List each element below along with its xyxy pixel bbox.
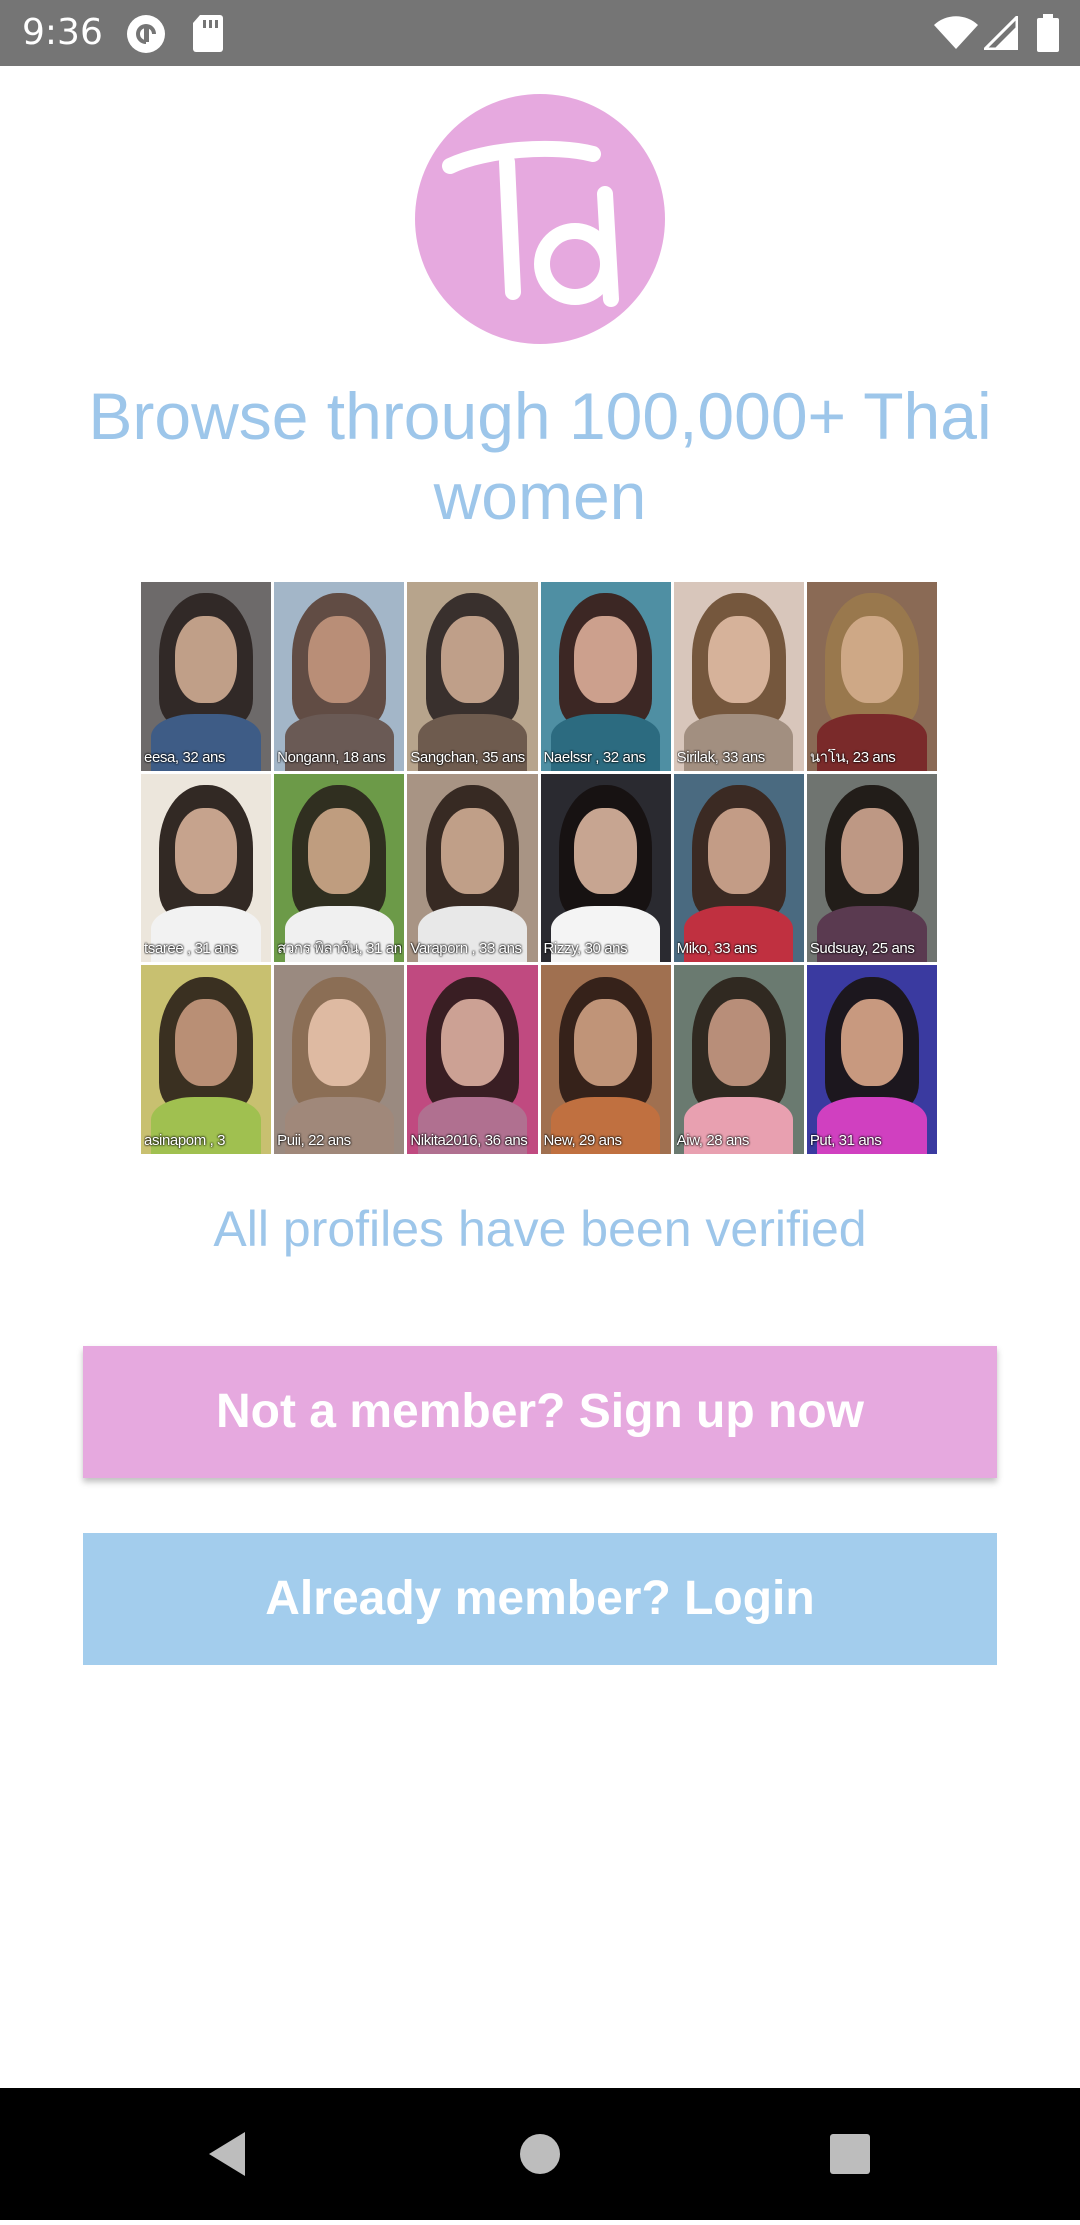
signup-button[interactable]: Not a member? Sign up now: [83, 1346, 997, 1478]
home-button[interactable]: [480, 2088, 600, 2220]
recents-button[interactable]: [790, 2088, 910, 2220]
photo-face: [574, 999, 637, 1087]
photo-face: [840, 999, 904, 1087]
profile-caption: นาโน, 23 ans: [809, 748, 896, 766]
sd-card-icon: [192, 14, 224, 57]
profile-thumbnail: นาโน, 23 ans: [806, 582, 937, 771]
profile-thumbnail: Miko, 33 ans: [673, 773, 804, 963]
td-logo-mark: [442, 140, 619, 307]
profile-caption: Puii, 22 ans: [277, 1132, 351, 1149]
profile-caption: Nikita2016, 36 ans: [410, 1132, 528, 1149]
profile-thumbnail: Naelssr , 32 ans: [540, 582, 671, 771]
photo-face: [707, 999, 770, 1087]
photo-face: [707, 807, 770, 895]
status-bar: 9:36: [0, 0, 1080, 66]
profile-thumbnail: Sirilak, 33 ans: [673, 582, 804, 771]
profile-caption: Sudsuay, 25 ans: [809, 940, 915, 958]
photo-face: [441, 807, 504, 895]
profile-caption: eesa, 32 ans: [144, 748, 226, 766]
photo-face: [840, 807, 904, 895]
profile-thumbnail: Rizzy, 30 ans: [540, 773, 671, 963]
profile-thumbnail: Puii, 22 ans: [274, 965, 405, 1154]
headline: Browse through 100,000+ Thai women: [88, 379, 992, 533]
profile-caption: New, 29 ans: [543, 1132, 623, 1149]
profile-thumbnail: Aiw, 28 ans: [673, 965, 804, 1154]
photo-face: [441, 615, 504, 703]
profile-caption: สวกร พิลาจัน, 31 ans: [277, 940, 403, 958]
photo-face: [441, 999, 504, 1087]
profile-caption: Varaporn , 33 ans: [410, 940, 522, 958]
profile-caption: Naelssr , 32 ans: [543, 748, 646, 766]
signal-icon: [981, 13, 1019, 55]
profile-thumbnail: Sangchan, 35 ans: [407, 582, 538, 771]
photo-face: [174, 999, 238, 1087]
recents-icon: [830, 2134, 870, 2174]
navigation-bar: [0, 2088, 1080, 2220]
photo-face: [840, 615, 904, 703]
verified-text: All profiles have been verified: [213, 1201, 867, 1257]
profile-caption: Nongann, 18 ans: [277, 748, 386, 766]
battery-icon: [1036, 14, 1060, 57]
login-button[interactable]: Already member? Login: [83, 1533, 997, 1665]
back-icon: [209, 2132, 245, 2176]
profile-caption: Rizzy, 30 ans: [543, 940, 628, 958]
profile-thumbnail: Nikita2016, 36 ans: [407, 965, 538, 1154]
status-time: 9:36: [22, 12, 103, 53]
app-logo: [415, 94, 665, 344]
home-icon: [520, 2134, 560, 2174]
profile-thumbnail: New, 29 ans: [540, 965, 671, 1154]
photo-face: [574, 807, 637, 895]
back-button[interactable]: [165, 2088, 285, 2220]
pocket-casts-icon: [126, 14, 166, 59]
profile-thumbnail: tsaree , 31 ans: [141, 773, 272, 963]
profile-caption: asinapom , 3: [144, 1132, 226, 1149]
profile-caption: tsaree , 31 ans: [144, 940, 238, 958]
photo-face: [308, 999, 371, 1087]
profile-caption: Miko, 33 ans: [676, 940, 758, 958]
photo-face: [707, 615, 770, 703]
profile-photo-grid: eesa, 32 ans Nongann, 18 ans Sangchan, 35 …: [141, 582, 937, 1154]
profile-caption: Put, 31 ans: [809, 1132, 882, 1149]
photo-face: [574, 615, 637, 703]
profile-thumbnail: Nongann, 18 ans: [274, 582, 405, 771]
profile-thumbnail: eesa, 32 ans: [141, 582, 272, 771]
profile-thumbnail: asinapom , 3: [141, 965, 272, 1154]
wifi-icon: [934, 16, 978, 55]
profile-caption: Sangchan, 35 ans: [410, 748, 525, 766]
profile-caption: Aiw, 28 ans: [676, 1132, 750, 1149]
profile-caption: Sirilak, 33 ans: [676, 748, 766, 766]
profile-thumbnail: Put, 31 ans: [806, 965, 937, 1154]
photo-face: [308, 807, 371, 895]
profile-thumbnail: Sudsuay, 25 ans: [806, 773, 937, 963]
photo-face: [174, 615, 238, 703]
photo-face: [174, 807, 238, 895]
profile-thumbnail: สวกร พิลาจัน, 31 ans: [274, 773, 405, 963]
profile-thumbnail: Varaporn , 33 ans: [407, 773, 538, 963]
photo-face: [308, 615, 371, 703]
